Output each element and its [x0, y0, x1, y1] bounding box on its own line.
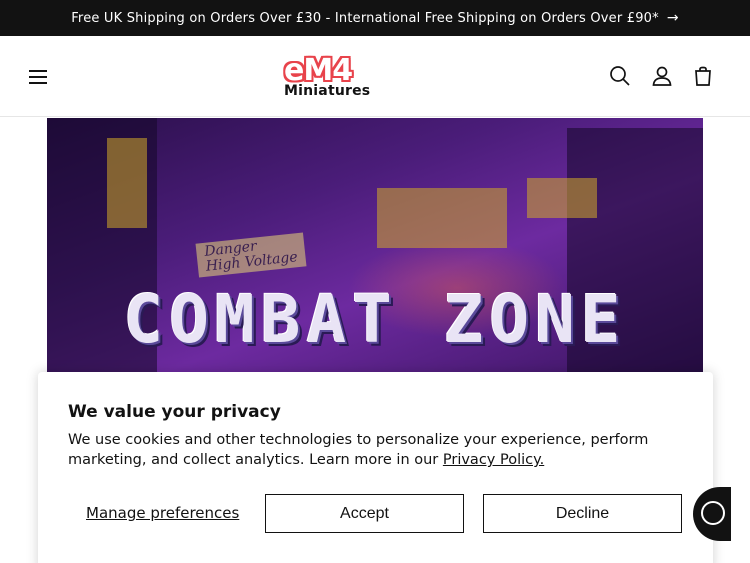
cart-icon[interactable]: [691, 64, 715, 88]
privacy-body: We use cookies and other technologies to…: [68, 430, 683, 470]
decline-button[interactable]: Decline: [483, 494, 682, 533]
banner-title: COMBAT ZONE: [123, 281, 627, 358]
chat-icon: [701, 501, 725, 525]
logo-miniatures: Miniatures: [284, 83, 371, 99]
arrow-right-icon: →: [666, 10, 679, 26]
logo-em4: eM4: [284, 53, 353, 88]
menu-icon[interactable]: [26, 66, 52, 86]
manage-preferences-link[interactable]: Manage preferences: [86, 504, 239, 522]
danger-sign: Danger High Voltage: [195, 232, 307, 278]
announcement-bar[interactable]: Free UK Shipping on Orders Over £30 - In…: [0, 0, 750, 36]
account-icon[interactable]: [650, 64, 674, 88]
privacy-body-text: We use cookies and other technologies to…: [68, 432, 649, 468]
privacy-policy-link[interactable]: Privacy Policy.: [443, 452, 544, 468]
announcement-text: Free UK Shipping on Orders Over £30 - In…: [71, 10, 659, 26]
search-icon[interactable]: [608, 64, 632, 88]
hero-banner[interactable]: Danger High Voltage COMBAT ZONE: [47, 118, 703, 374]
accept-button[interactable]: Accept: [265, 494, 464, 533]
brand-logo[interactable]: eM4 Miniatures: [283, 56, 379, 102]
site-header: eM4 Miniatures: [0, 36, 750, 117]
privacy-heading: We value your privacy: [68, 402, 281, 422]
privacy-dialog: We value your privacy We use cookies and…: [38, 372, 713, 563]
